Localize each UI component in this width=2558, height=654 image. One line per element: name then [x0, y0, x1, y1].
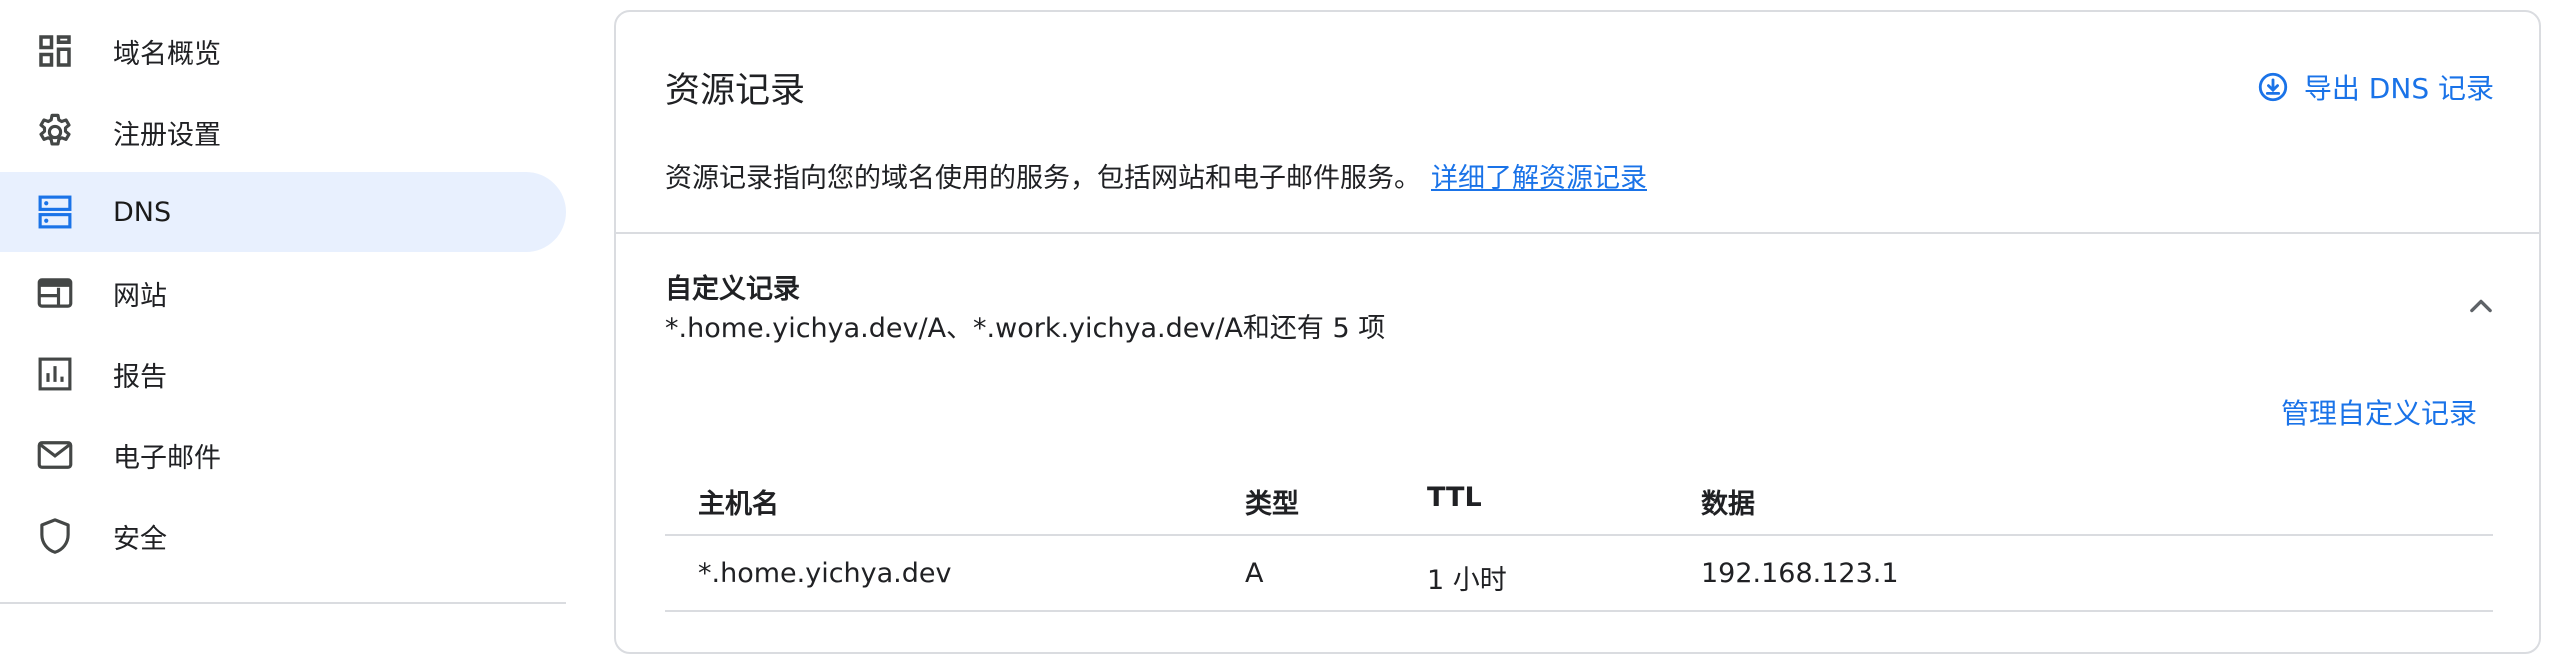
mail-icon	[34, 434, 76, 476]
sidebar-item-website[interactable]: 网站	[0, 253, 566, 333]
column-header-hostname[interactable]: 主机名	[698, 482, 779, 521]
column-header-data[interactable]: 数据	[1701, 482, 1755, 521]
sidebar-item-label: 注册设置	[113, 119, 221, 151]
sidebar: 域名概览 注册设置 DNS 网站 报告 电子邮件 安全	[0, 0, 568, 612]
gear-icon	[34, 111, 76, 153]
card-description: 资源记录指向您的域名使用的服务，包括网站和电子邮件服务。 详细了解资源记录	[665, 156, 1647, 195]
sidebar-item-label: 报告	[113, 361, 167, 393]
manage-custom-records-link[interactable]: 管理自定义记录	[2281, 392, 2477, 432]
column-header-ttl[interactable]: TTL	[1427, 482, 1482, 513]
sidebar-item-label: 安全	[113, 523, 167, 555]
cell-type: A	[1245, 558, 1264, 589]
sidebar-item-email[interactable]: 电子邮件	[0, 415, 566, 495]
collapse-section-button[interactable]	[2459, 284, 2503, 328]
web-icon	[34, 272, 76, 314]
sidebar-item-label: 电子邮件	[113, 442, 221, 474]
sidebar-item-reports[interactable]: 报告	[0, 334, 566, 414]
sidebar-item-security[interactable]: 安全	[0, 496, 566, 576]
bar-chart-icon	[34, 353, 76, 395]
dns-icon	[34, 191, 76, 233]
chevron-up-icon	[2470, 299, 2492, 313]
export-label: 导出 DNS 记录	[2303, 72, 2494, 105]
table-header-row: 主机名 类型 TTL 数据	[665, 460, 2493, 536]
records-table: 主机名 类型 TTL 数据 *.home.yichya.dev A 1 小时 1…	[665, 460, 2493, 612]
custom-records-title: 自定义记录	[665, 274, 800, 305]
table-row[interactable]: *.home.yichya.dev A 1 小时 192.168.123.1	[665, 536, 2493, 612]
sidebar-item-registration-settings[interactable]: 注册设置	[0, 92, 566, 172]
cell-data: 192.168.123.1	[1701, 558, 1899, 589]
shield-icon	[34, 515, 76, 557]
sidebar-item-overview[interactable]: 域名概览	[0, 11, 566, 91]
export-dns-records-button[interactable]: 导出 DNS 记录	[2256, 64, 2494, 110]
sidebar-item-label: DNS	[113, 196, 172, 228]
download-icon	[2258, 72, 2288, 102]
learn-more-link[interactable]: 详细了解资源记录	[1431, 163, 1647, 194]
sidebar-item-label: 域名概览	[113, 38, 221, 70]
sidebar-item-dns[interactable]: DNS	[0, 172, 566, 252]
custom-records-summary: *.home.yichya.dev/A、*.work.yichya.dev/A和…	[665, 313, 1386, 344]
cell-ttl: 1 小时	[1427, 565, 1507, 596]
cell-hostname: *.home.yichya.dev	[698, 558, 952, 589]
sidebar-divider	[0, 602, 566, 604]
dashboard-icon	[34, 30, 76, 72]
description-text: 资源记录指向您的域名使用的服务，包括网站和电子邮件服务。	[665, 163, 1421, 194]
column-header-type[interactable]: 类型	[1245, 482, 1299, 521]
resource-records-card: 资源记录 导出 DNS 记录 资源记录指向您的域名使用的服务，包括网站和电子邮件…	[614, 10, 2541, 654]
sidebar-item-label: 网站	[113, 280, 167, 312]
card-title: 资源记录	[665, 71, 806, 111]
card-divider	[616, 232, 2539, 234]
